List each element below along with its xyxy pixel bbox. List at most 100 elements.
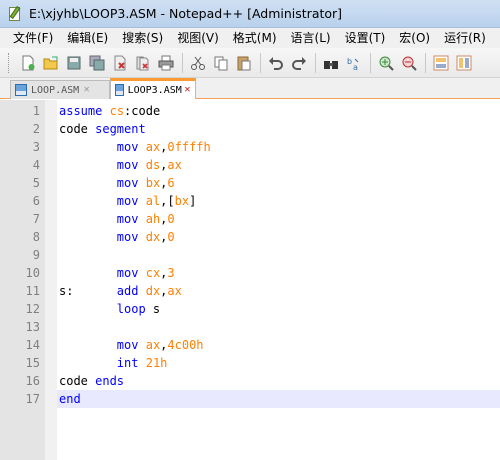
- code-token-kw: assume: [59, 104, 103, 118]
- code-token-plain: :code: [124, 104, 161, 118]
- menu-view[interactable]: 视图(V): [170, 28, 226, 48]
- code-token-num: 4c00h: [167, 338, 204, 352]
- window-title: E:\xjyhb\LOOP3.ASM - Notepad++ [Administ…: [29, 6, 343, 21]
- find-icon[interactable]: [320, 52, 342, 74]
- close-tab-icon[interactable]: ✕: [184, 85, 191, 96]
- close-tab-icon[interactable]: ✕: [81, 85, 92, 96]
- copy-icon[interactable]: [210, 52, 232, 74]
- line-text: end: [59, 390, 81, 408]
- code-line[interactable]: 5 mov bx,6: [0, 174, 500, 192]
- line-number: 12: [25, 302, 40, 316]
- line-text: s: add dx,ax: [59, 282, 182, 300]
- paste-icon[interactable]: [233, 52, 255, 74]
- sync-horizontal-icon[interactable]: [453, 52, 475, 74]
- code-line[interactable]: 17 end: [0, 390, 500, 408]
- undo-icon[interactable]: [265, 52, 287, 74]
- menu-settings[interactable]: 设置(T): [338, 28, 393, 48]
- code-view[interactable]: 1 assume cs:code 2 code segment 3 mov ax,0ff…: [0, 102, 500, 408]
- code-line[interactable]: 16 code ends: [0, 372, 500, 390]
- close-icon[interactable]: [109, 52, 131, 74]
- file-saved-icon: [115, 84, 124, 96]
- line-text: mov cx,3: [59, 264, 175, 282]
- code-line[interactable]: 2 code segment: [0, 120, 500, 138]
- menu-plugins[interactable]: 插: [493, 28, 500, 48]
- code-line[interactable]: 10 mov cx,3: [0, 264, 500, 282]
- save-all-icon[interactable]: [86, 52, 108, 74]
- code-token-reg: dx: [145, 230, 161, 244]
- line-number: 13: [25, 320, 40, 334]
- code-line[interactable]: 3 mov ax,0ffffh: [0, 138, 500, 156]
- code-token-num: 21h: [145, 356, 168, 370]
- code-token-reg: bx: [174, 194, 190, 208]
- code-token-num: 0ffffh: [167, 140, 211, 154]
- print-icon[interactable]: [155, 52, 177, 74]
- code-line[interactable]: 6 mov al,[bx]: [0, 192, 500, 210]
- sync-vertical-icon[interactable]: [430, 52, 452, 74]
- code-token-kw: segment: [95, 122, 146, 136]
- cut-icon[interactable]: [187, 52, 209, 74]
- menu-search[interactable]: 搜索(S): [115, 28, 170, 48]
- code-token-reg: dx: [145, 284, 161, 298]
- redo-icon[interactable]: [288, 52, 310, 74]
- code-token-reg: bx: [145, 176, 161, 190]
- new-file-icon[interactable]: [17, 52, 39, 74]
- line-text: assume cs:code: [59, 102, 160, 120]
- line-number: 15: [25, 356, 40, 370]
- line-number: 7: [32, 212, 40, 226]
- code-line[interactable]: 1 assume cs:code: [0, 102, 500, 120]
- line-text: mov bx,6: [59, 174, 175, 192]
- zoom-out-icon[interactable]: [398, 52, 420, 74]
- line-text: mov ax,4c00h: [59, 336, 204, 354]
- line-text: mov ah,0: [59, 210, 175, 228]
- menu-edit[interactable]: 编辑(E): [60, 28, 115, 48]
- menu-run[interactable]: 运行(R): [437, 28, 493, 48]
- code-token-kw: end: [59, 392, 81, 406]
- line-text: mov ds,ax: [59, 156, 182, 174]
- line-number: 10: [25, 266, 40, 280]
- line-number: 11: [25, 284, 40, 298]
- line-text: int 21h: [59, 354, 168, 372]
- open-file-icon[interactable]: [40, 52, 62, 74]
- code-token-kw: int: [116, 356, 139, 370]
- code-token-kw: mov: [116, 140, 139, 154]
- zoom-in-icon[interactable]: [375, 52, 397, 74]
- code-line[interactable]: 4 mov ds,ax: [0, 156, 500, 174]
- line-number: 8: [32, 230, 40, 244]
- code-line[interactable]: 11 s: add dx,ax: [0, 282, 500, 300]
- code-token-kw: mov: [116, 230, 139, 244]
- code-token-kw: add: [116, 284, 139, 298]
- code-token-num: 0: [167, 230, 175, 244]
- code-line[interactable]: 13: [0, 318, 500, 336]
- code-line[interactable]: 9: [0, 246, 500, 264]
- line-text: code ends: [59, 372, 124, 390]
- tab-loop3-asm[interactable]: LOOP3.ASM ✕: [110, 78, 196, 99]
- save-icon[interactable]: [63, 52, 85, 74]
- close-all-icon[interactable]: [132, 52, 154, 74]
- code-line[interactable]: 12 loop s: [0, 300, 500, 318]
- line-number: 3: [32, 140, 40, 154]
- menu-file[interactable]: 文件(F): [0, 28, 60, 48]
- code-line[interactable]: 8 mov dx,0: [0, 228, 500, 246]
- tab-bar: LOOP.ASM ✕ LOOP3.ASM ✕: [0, 78, 500, 99]
- code-line[interactable]: 14 mov ax,4c00h: [0, 336, 500, 354]
- code-line[interactable]: 7 mov ah,0: [0, 210, 500, 228]
- editor-area[interactable]: 1 assume cs:code 2 code segment 3 mov ax,0ff…: [0, 100, 500, 460]
- line-text: mov dx,0: [59, 228, 175, 246]
- code-token-reg: ax: [145, 140, 161, 154]
- replace-icon[interactable]: ba: [343, 52, 365, 74]
- toolbar-separator: [260, 52, 261, 73]
- toolbar-grip[interactable]: [8, 52, 11, 73]
- line-number: 9: [32, 248, 40, 262]
- tab-loop-asm[interactable]: LOOP.ASM ✕: [10, 80, 110, 99]
- menu-language[interactable]: 语言(L): [284, 28, 338, 48]
- code-line[interactable]: 15 int 21h: [0, 354, 500, 372]
- line-number: 1: [32, 104, 40, 118]
- menu-format[interactable]: 格式(M): [226, 28, 284, 48]
- menu-macro[interactable]: 宏(O): [392, 28, 437, 48]
